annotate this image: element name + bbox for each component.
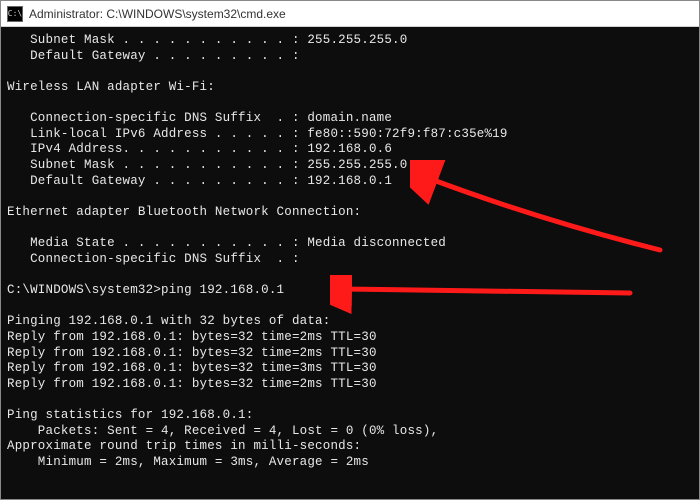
terminal-line: Approximate round trip times in milli-se… [7, 439, 699, 455]
terminal-line: Reply from 192.168.0.1: bytes=32 time=2m… [7, 330, 699, 346]
terminal-line [7, 221, 699, 237]
terminal-line: Packets: Sent = 4, Received = 4, Lost = … [7, 424, 699, 440]
terminal-line: Ethernet adapter Bluetooth Network Conne… [7, 205, 699, 221]
terminal-line: Connection-specific DNS Suffix . : domai… [7, 111, 699, 127]
terminal-line: C:\WINDOWS\system32>ping 192.168.0.1 [7, 283, 699, 299]
terminal-output[interactable]: Subnet Mask . . . . . . . . . . . : 255.… [1, 27, 699, 499]
terminal-line [7, 189, 699, 205]
titlebar[interactable]: C:\ Administrator: C:\WINDOWS\system32\c… [1, 1, 699, 27]
terminal-line: Pinging 192.168.0.1 with 32 bytes of dat… [7, 314, 699, 330]
terminal-line [7, 96, 699, 112]
terminal-line: Link-local IPv6 Address . . . . . : fe80… [7, 127, 699, 143]
terminal-line: Default Gateway . . . . . . . . . : 192.… [7, 174, 699, 190]
terminal-line: Minimum = 2ms, Maximum = 3ms, Average = … [7, 455, 699, 471]
terminal-line: Reply from 192.168.0.1: bytes=32 time=3m… [7, 361, 699, 377]
terminal-line: Default Gateway . . . . . . . . . : [7, 49, 699, 65]
terminal-line: Reply from 192.168.0.1: bytes=32 time=2m… [7, 346, 699, 362]
window-title: Administrator: C:\WINDOWS\system32\cmd.e… [29, 7, 286, 21]
cmd-window: C:\ Administrator: C:\WINDOWS\system32\c… [0, 0, 700, 500]
terminal-line [7, 299, 699, 315]
terminal-line: Reply from 192.168.0.1: bytes=32 time=2m… [7, 377, 699, 393]
cmd-icon: C:\ [7, 6, 23, 22]
terminal-line: Connection-specific DNS Suffix . : [7, 252, 699, 268]
terminal-line [7, 64, 699, 80]
terminal-line [7, 392, 699, 408]
terminal-line: Wireless LAN adapter Wi-Fi: [7, 80, 699, 96]
terminal-line: Subnet Mask . . . . . . . . . . . : 255.… [7, 33, 699, 49]
terminal-line: Media State . . . . . . . . . . . : Medi… [7, 236, 699, 252]
terminal-line: IPv4 Address. . . . . . . . . . . : 192.… [7, 142, 699, 158]
terminal-line [7, 471, 699, 487]
terminal-line [7, 267, 699, 283]
terminal-line: Subnet Mask . . . . . . . . . . . : 255.… [7, 158, 699, 174]
terminal-line: Ping statistics for 192.168.0.1: [7, 408, 699, 424]
